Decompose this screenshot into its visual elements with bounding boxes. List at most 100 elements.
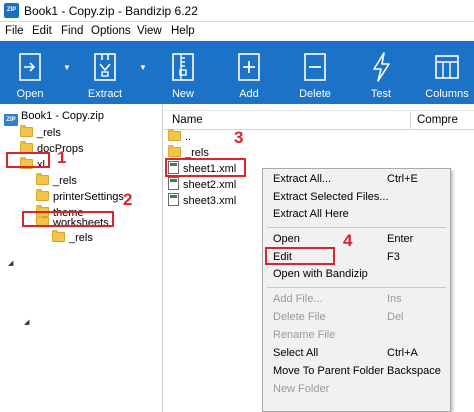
file-row-sheet2[interactable]: sheet2.xml	[168, 177, 236, 193]
ctx-shortcut: Del	[387, 311, 404, 323]
tree-item-label: _rels	[69, 232, 93, 244]
ctx-label: Open	[273, 233, 300, 245]
column-compressed-header[interactable]: Compre	[417, 114, 458, 126]
tree-root-label: Book1 - Copy.zip	[21, 110, 104, 122]
open-label: Open	[16, 88, 44, 100]
ctx-label: Select All	[273, 347, 319, 359]
menu-file[interactable]: File	[5, 25, 24, 37]
file-name: sheet2.xml	[183, 179, 237, 191]
delete-button[interactable]: Delete	[288, 41, 342, 104]
folder-icon	[168, 145, 181, 157]
columns-button[interactable]: Columns	[420, 41, 474, 104]
ctx-label: Extract Selected Files...	[273, 191, 389, 203]
ctx-label: Delete File	[273, 311, 326, 323]
file-list-header: Name Compre	[164, 110, 474, 130]
highlight-box-worksheets	[22, 211, 114, 227]
tree-item-rels[interactable]: _rels	[20, 125, 61, 141]
collapse-xl-icon[interactable]: ◢	[8, 259, 13, 267]
ctx-extract-all[interactable]: Extract All... Ctrl+E	[263, 171, 450, 188]
folder-icon	[168, 129, 181, 141]
highlight-box-sheet1	[165, 158, 246, 177]
tree-item-printersettings[interactable]: printerSettings	[36, 189, 124, 205]
test-label: Test	[370, 88, 392, 100]
delete-label: Delete	[299, 88, 331, 100]
ctx-shortcut: Ins	[387, 293, 402, 305]
extract-dropdown-arrow-icon[interactable]: ▼	[139, 63, 147, 72]
xml-file-icon	[168, 177, 179, 190]
ctx-label: Add File...	[273, 293, 323, 305]
ctx-label: Extract All...	[273, 173, 332, 185]
test-button[interactable]: Test	[354, 41, 408, 104]
ctx-extract-selected[interactable]: Extract Selected Files...	[263, 189, 450, 206]
ctx-label: Open with Bandizip	[273, 268, 368, 280]
test-icon	[373, 52, 390, 82]
ctx-open-with-bandizip[interactable]: Open with Bandizip	[263, 266, 450, 283]
new-archive-icon	[172, 53, 194, 81]
toolbar: Open ▼ Extract ▼ New Add Delete Test Col…	[0, 41, 474, 104]
file-row-parent[interactable]: ..	[168, 129, 191, 145]
ctx-label: Rename File	[273, 329, 336, 341]
ctx-shortcut: Backspace	[387, 365, 441, 377]
callout-number-4: 4	[343, 231, 353, 250]
extract-button[interactable]: Extract	[76, 41, 134, 104]
add-label: Add	[239, 88, 259, 100]
ctx-open[interactable]: Open Enter	[263, 231, 450, 248]
add-button[interactable]: Add	[222, 41, 276, 104]
folder-icon	[36, 173, 49, 185]
collapse-worksheets-icon[interactable]: ◢	[24, 318, 29, 326]
tree-root[interactable]: ZIP Book1 - Copy.zip	[4, 108, 104, 126]
ctx-separator	[267, 227, 446, 228]
menu-bar: File Edit Find Options View Help	[0, 22, 474, 41]
xml-file-icon	[168, 193, 179, 206]
menu-view[interactable]: View	[137, 25, 162, 37]
ctx-select-all[interactable]: Select All Ctrl+A	[263, 345, 450, 362]
callout-number-1: 1	[57, 148, 67, 167]
ctx-label: New Folder	[273, 383, 330, 395]
ctx-shortcut: Ctrl+A	[387, 347, 418, 359]
delete-icon	[304, 53, 326, 81]
file-row-sheet3[interactable]: sheet3.xml	[168, 193, 236, 209]
ctx-label: Move To Parent Folder	[273, 365, 385, 377]
ctx-delete-file: Delete File Del	[263, 309, 450, 326]
ctx-shortcut: F3	[387, 251, 400, 263]
ctx-extract-here[interactable]: Extract All Here	[263, 206, 450, 223]
open-icon	[19, 53, 41, 81]
folder-icon	[52, 230, 65, 242]
bandizip-zip-icon: ZIP	[4, 3, 19, 18]
column-name-header[interactable]: Name	[172, 114, 203, 126]
ctx-new-folder: New Folder	[263, 381, 450, 398]
columns-label: Columns	[425, 88, 469, 100]
folder-tree: ZIP Book1 - Copy.zip _rels docProps ◢ xl …	[0, 104, 163, 412]
ctx-add-file: Add File... Ins	[263, 291, 450, 308]
window-title: Book1 - Copy.zip - Bandizip 6.22	[24, 4, 198, 18]
context-menu: Extract All... Ctrl+E Extract Selected Fi…	[262, 168, 451, 412]
zip-icon: ZIP	[4, 114, 18, 126]
new-archive-button[interactable]: New	[156, 41, 210, 104]
callout-number-3: 3	[234, 128, 244, 147]
file-name: ..	[185, 131, 192, 143]
tree-item-label: printerSettings	[53, 191, 124, 203]
highlight-box-edit	[265, 247, 335, 265]
ctx-shortcut: Ctrl+E	[387, 173, 418, 185]
highlight-box-xl	[6, 152, 50, 168]
folder-icon	[20, 125, 33, 137]
column-divider[interactable]	[410, 111, 411, 130]
new-label: New	[171, 88, 194, 100]
menu-find[interactable]: Find	[61, 25, 83, 37]
open-button[interactable]: Open	[2, 41, 58, 104]
menu-options[interactable]: Options	[91, 25, 131, 37]
ctx-move-to-parent[interactable]: Move To Parent Folder Backspace	[263, 363, 450, 380]
tree-item-worksheets-rels[interactable]: _rels	[52, 230, 93, 246]
columns-icon	[435, 55, 459, 79]
open-dropdown-arrow-icon[interactable]: ▼	[63, 63, 71, 72]
file-name: sheet3.xml	[183, 195, 237, 207]
add-icon	[238, 53, 260, 81]
extract-label: Extract	[87, 88, 123, 100]
menu-help[interactable]: Help	[171, 25, 195, 37]
title-bar: ZIP Book1 - Copy.zip - Bandizip 6.22	[0, 0, 474, 22]
menu-edit[interactable]: Edit	[32, 25, 52, 37]
ctx-shortcut: Enter	[387, 233, 414, 245]
ctx-separator	[267, 287, 446, 288]
tree-item-label: _rels	[53, 175, 77, 187]
tree-item-xl-rels[interactable]: _rels	[36, 173, 77, 189]
